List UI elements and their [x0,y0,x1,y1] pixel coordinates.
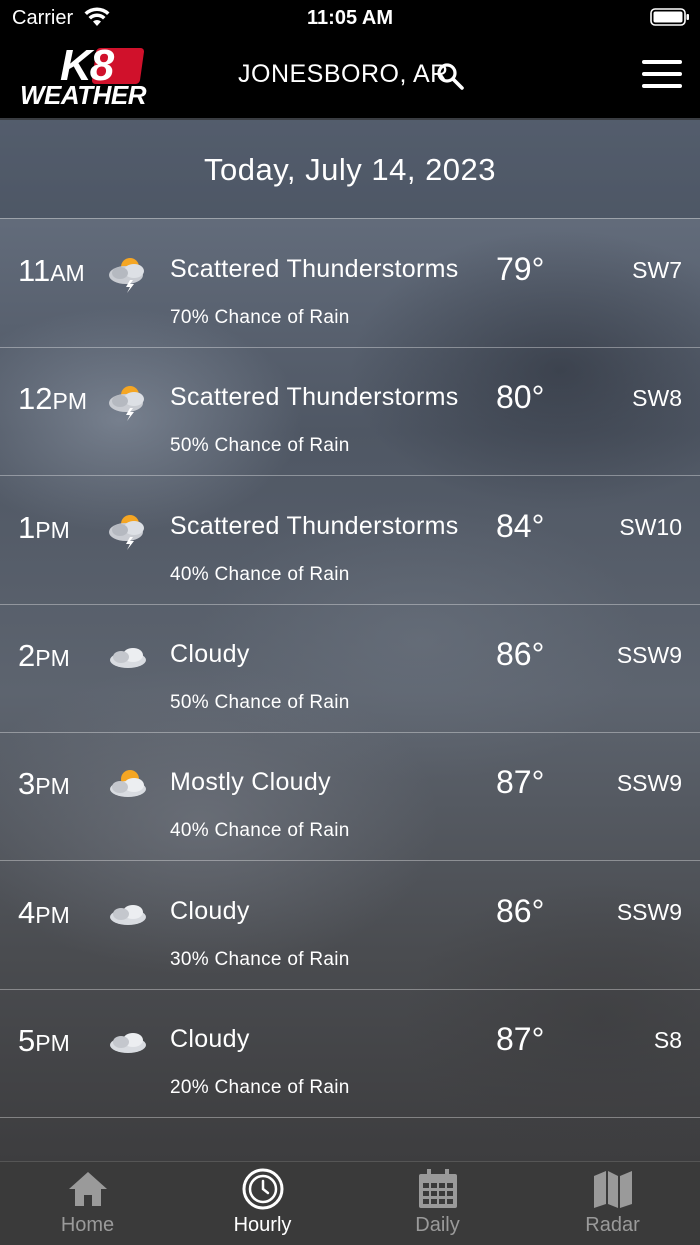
condition-label: Scattered Thunderstorms [170,383,459,412]
temperature-label: 84° [496,507,545,544]
thunderstorm-icon [106,381,150,422]
tab-radar[interactable]: Radar [525,1162,700,1245]
wind-label: SSW9 [616,641,682,668]
wind-label: SSW9 [616,898,682,925]
tab-home[interactable]: Home [0,1162,175,1245]
status-bar: Carrier 11:05 AM [0,0,700,36]
hour-ampm: PM [35,773,70,800]
rain-chance-label: 50% Chance of Rain [170,691,350,713]
hamburger-menu-icon[interactable] [642,60,682,92]
map-icon [594,1171,632,1208]
hourly-row[interactable]: 3PM Mostly Cloudy 40% Chance of Rain 87° SSW… [0,732,700,862]
hourly-forecast-panel[interactable]: Today, July 14, 2023 11AM Scattered Thund… [0,120,700,1161]
hour-ampm: AM [50,260,85,286]
home-icon [69,1172,107,1206]
search-icon[interactable] [436,62,464,90]
rain-chance-label: 70% Chance of Rain [170,307,350,328]
tab-hourly[interactable]: Hourly [175,1162,350,1245]
hour-label: 3PM [18,766,70,802]
hour-label: 4PM [18,895,70,931]
cloud-icon [106,1023,150,1063]
wind-label: S8 [653,1026,682,1053]
forecast-date: Today, July 14, 2023 [203,152,497,187]
hour-number: 11 [18,253,51,288]
rain-chance-label: 40% Chance of Rain [170,563,350,585]
rain-chance-label: 50% Chance of Rain [170,435,350,457]
mostly-cloudy-icon [106,766,150,806]
condition-label: Scattered Thunderstorms [170,255,459,283]
temperature-label: 79° [496,251,545,287]
tab-daily-label: Daily [415,1214,460,1236]
thunderstorm-icon [106,510,150,550]
hour-number: 12 [18,381,53,417]
hourly-row[interactable]: 5PM Cloudy 20% Chance of Rain 87° S8 [0,989,700,1118]
hourly-row[interactable]: 1PM Scattered Thunderstorms 40% Chance of … [0,476,700,605]
hour-ampm: PM [35,644,70,671]
location-label[interactable]: JONESBORO, AR [238,60,449,89]
condition-label: Cloudy [170,1024,250,1053]
condition-label: Cloudy [170,896,250,925]
hour-label: 2PM [18,638,70,674]
clock-icon [242,1168,284,1210]
hour-number: 2 [18,637,36,673]
cloud-icon [106,895,150,935]
hour-label: 1PM [18,510,70,546]
date-banner: Today, July 14, 2023 [0,120,700,219]
temperature-label: 86° [496,635,545,672]
rain-chance-label: 40% Chance of Rain [170,820,350,842]
clock-time: 11:05 AM [307,7,393,29]
hour-label: 12PM [18,381,87,417]
wind-label: SW10 [619,513,682,540]
hourly-row[interactable]: 11AM Scattered Thunderstorms 70% Chance of… [0,219,700,348]
condition-label: Cloudy [170,639,250,668]
hourly-row[interactable]: 12PM Scattered Thunderstorms 50% Chance of… [0,347,700,477]
wind-label: SW8 [632,385,682,412]
cloud-icon [106,638,150,678]
temperature-label: 86° [496,892,545,929]
hour-ampm: PM [35,516,70,543]
tab-home-label: Home [60,1214,115,1236]
hour-label: 11AM [18,253,85,289]
temperature-label: 87° [496,1020,545,1057]
wind-label: SSW9 [616,770,682,797]
hour-number: 3 [18,766,36,802]
hour-label: 5PM [18,1023,70,1059]
wind-label: SW7 [632,257,682,283]
logo-weather-text: WEATHER [20,80,147,110]
tab-hourly-label: Hourly [233,1214,292,1236]
hourly-row[interactable]: 4PM Cloudy 30% Chance of Rain 86° SSW9 [0,861,700,990]
rain-chance-label: 30% Chance of Rain [170,948,350,970]
thunderstorm-icon [106,253,150,293]
battery-icon [650,8,689,26]
k8-weather-logo[interactable]: K8 WEATHER [20,44,168,110]
app-header: K8 WEATHER JONESBORO, AR [0,36,700,120]
hour-ampm: PM [35,901,70,928]
hour-ampm: PM [35,1029,70,1056]
hourly-row[interactable]: 2PM Cloudy 50% Chance of Rain 86° SSW9 [0,604,700,733]
condition-label: Scattered Thunderstorms [170,511,459,540]
temperature-label: 87° [496,764,545,801]
temperature-label: 80° [496,379,545,416]
tab-radar-label: Radar [585,1214,640,1236]
tab-daily[interactable]: Daily [350,1162,525,1245]
hour-number: 4 [18,894,36,930]
tab-bar: Home Hourly Daily Radar [0,1161,700,1245]
rain-chance-label: 20% Chance of Rain [170,1076,350,1098]
hour-number: 5 [18,1022,36,1058]
hour-ampm: PM [52,388,87,415]
hour-number: 1 [18,509,36,545]
calendar-icon [419,1169,457,1208]
condition-label: Mostly Cloudy [170,768,331,797]
